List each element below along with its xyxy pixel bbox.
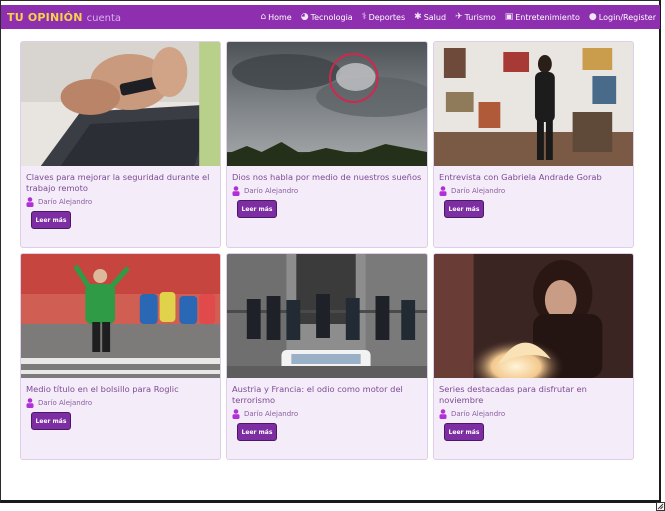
nav-label: Login/Register: [598, 12, 656, 22]
article-card: Claves para mejorar la seguridad durante…: [20, 41, 221, 248]
article-grid: Claves para mejorar la seguridad durante…: [20, 41, 635, 460]
person-icon: [439, 409, 447, 419]
author-name: Darío Alejandro: [244, 187, 299, 195]
article-title[interactable]: Austria y Francia: el odio como motor de…: [232, 384, 422, 406]
article-title[interactable]: Medio título en el bolsillo para Roglic: [26, 384, 215, 395]
police-street-photo[interactable]: [227, 254, 427, 378]
nav-label: Home: [268, 12, 292, 22]
article-card: Medio título en el bolsillo para Roglic …: [20, 253, 221, 460]
read-more-button[interactable]: Leer más: [31, 211, 71, 229]
article-title[interactable]: Claves para mejorar la seguridad durante…: [26, 172, 215, 194]
brand-main: TU OPINIÓN: [7, 10, 83, 24]
user-icon: ●: [588, 11, 597, 22]
nav-item-salud[interactable]: ✱ Salud: [414, 11, 447, 22]
author-row: Darío Alejandro: [439, 409, 633, 419]
author-name: Darío Alejandro: [38, 198, 93, 206]
nav-item-login[interactable]: ● Login/Register: [588, 11, 656, 22]
brand-logo[interactable]: TU OPINIÓN cuenta: [7, 11, 121, 24]
read-more-button[interactable]: Leer más: [237, 200, 277, 218]
nav-item-turismo[interactable]: ✈ Turismo: [455, 11, 496, 22]
person-icon: [26, 197, 34, 207]
nav-item-home[interactable]: ⌂ Home: [260, 11, 292, 22]
cyclists-photo[interactable]: [21, 254, 220, 378]
cloudy-sky-photo[interactable]: [227, 42, 427, 166]
nav-label: Turismo: [464, 12, 496, 22]
author-row: Darío Alejandro: [26, 398, 220, 408]
home-icon: ⌂: [260, 11, 267, 22]
tech-icon: ◕: [300, 11, 309, 22]
article-title[interactable]: Series destacadas para disfrutar en novi…: [439, 384, 628, 406]
nav-label: Deportes: [368, 12, 406, 22]
laptop-phone-photo[interactable]: [21, 42, 220, 166]
person-icon: [439, 186, 447, 196]
author-name: Darío Alejandro: [244, 410, 299, 418]
entertainment-icon: ▣: [504, 11, 514, 22]
nav-item-entretenimiento[interactable]: ▣ Entretenimiento: [504, 11, 580, 22]
read-more-button[interactable]: Leer más: [31, 412, 71, 430]
person-icon: [232, 409, 240, 419]
nav-menu: ⌂ Home ◕ Tecnologia ⚕ Deportes ✱ Salud ✈…: [251, 11, 656, 22]
person-icon: [232, 186, 240, 196]
author-row: Darío Alejandro: [232, 186, 427, 196]
article-card: Series destacadas para disfrutar en novi…: [433, 253, 634, 460]
navbar: TU OPINIÓN cuenta ⌂ Home ◕ Tecnologia ⚕ …: [1, 5, 660, 29]
health-icon: ✱: [414, 11, 422, 22]
nav-label: Tecnologia: [310, 12, 353, 22]
author-row: Darío Alejandro: [232, 409, 427, 419]
article-title[interactable]: Dios nos habla por medio de nuestros sue…: [232, 172, 422, 183]
author-name: Darío Alejandro: [451, 410, 506, 418]
article-title[interactable]: Entrevista con Gabriela Andrade Gorab: [439, 172, 628, 183]
resize-grip-icon[interactable]: [656, 502, 665, 511]
woman-room-photo[interactable]: [434, 42, 633, 166]
read-more-button[interactable]: Leer más: [237, 423, 277, 441]
sports-icon: ⚕: [361, 11, 367, 22]
brand-sub: cuenta: [86, 12, 122, 24]
person-icon: [26, 398, 34, 408]
nav-label: Entretenimiento: [515, 12, 580, 22]
nav-label: Salud: [423, 12, 447, 22]
read-more-button[interactable]: Leer más: [444, 200, 484, 218]
read-more-button[interactable]: Leer más: [444, 423, 484, 441]
article-card: Austria y Francia: el odio como motor de…: [226, 253, 428, 460]
nav-item-deportes[interactable]: ⚕ Deportes: [361, 11, 406, 22]
author-name: Darío Alejandro: [451, 187, 506, 195]
author-name: Darío Alejandro: [38, 399, 93, 407]
author-row: Darío Alejandro: [26, 197, 220, 207]
nav-item-tecnologia[interactable]: ◕ Tecnologia: [300, 11, 353, 22]
article-card: Dios nos habla por medio de nuestros sue…: [226, 41, 428, 248]
author-row: Darío Alejandro: [439, 186, 633, 196]
article-card: Entrevista con Gabriela Andrade Gorab Da…: [433, 41, 634, 248]
woman-book-photo[interactable]: [434, 254, 633, 378]
plane-icon: ✈: [455, 11, 463, 22]
